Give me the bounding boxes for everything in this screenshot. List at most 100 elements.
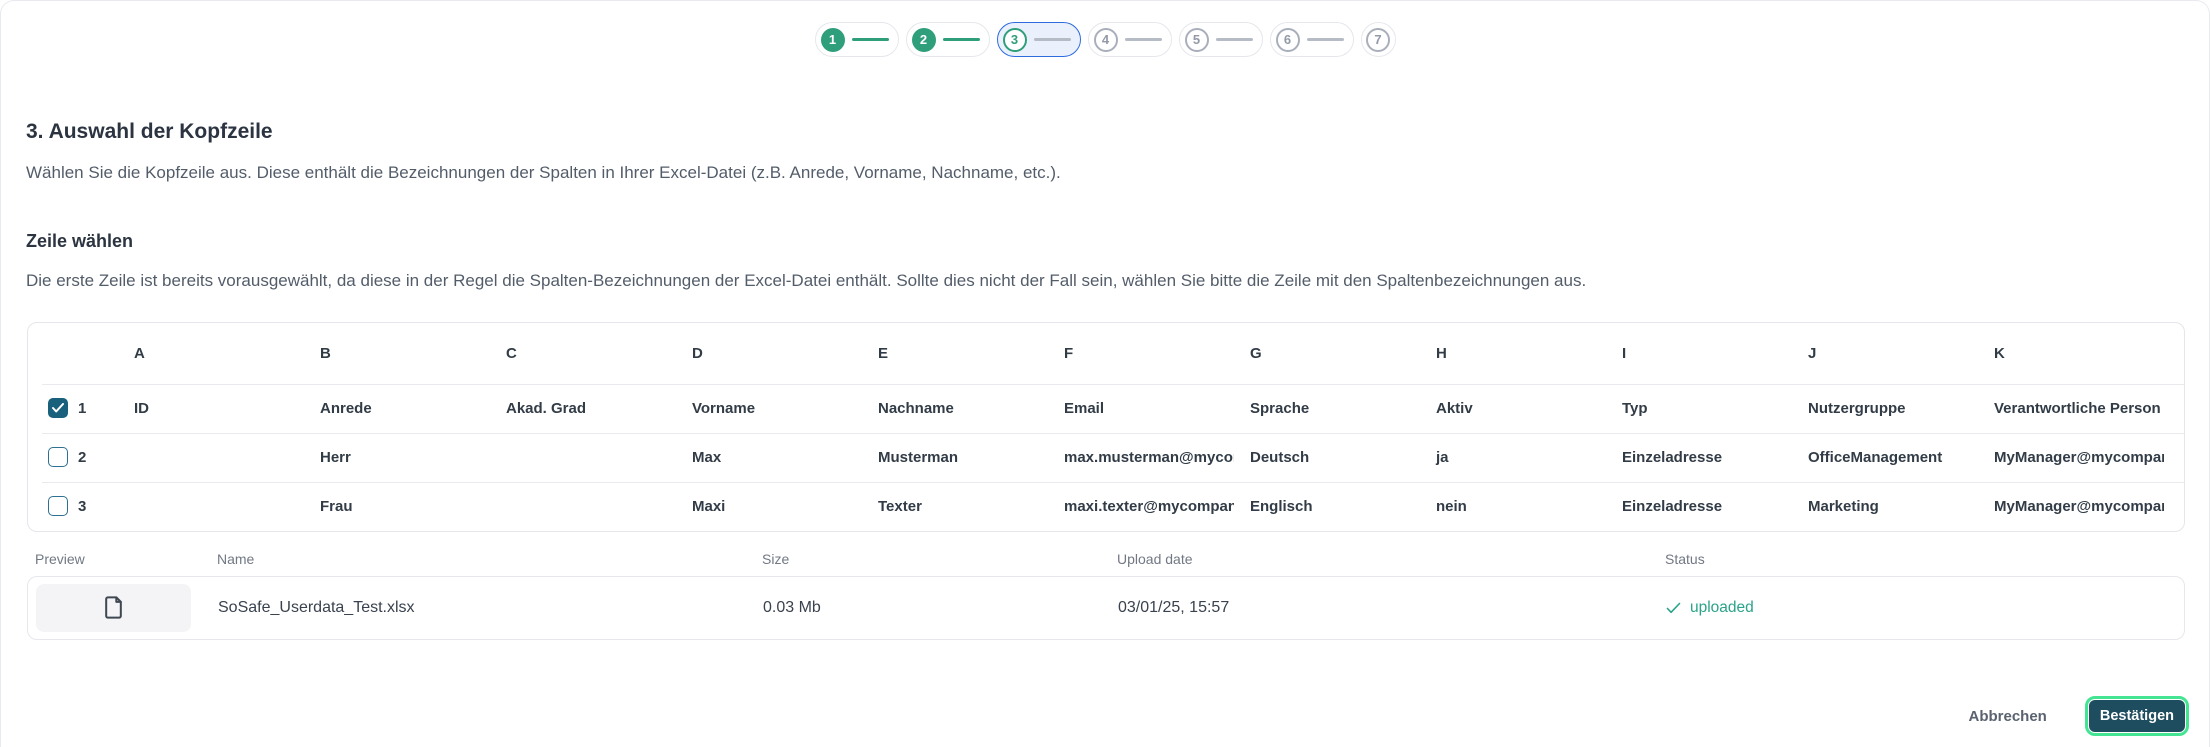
stepper-step-3[interactable]: 3	[997, 22, 1081, 57]
step-connector-line	[1216, 38, 1253, 41]
excel-header-row: ABCDEFGHIJK	[28, 323, 2184, 384]
step-content: 3. Auswahl der Kopfzeile Wählen Sie die …	[1, 119, 2209, 292]
page-title: 3. Auswahl der Kopfzeile	[26, 119, 2209, 145]
table-cell: Akad. Grad	[490, 400, 676, 417]
table-cell: max.musterman@mycompa...	[1048, 449, 1234, 466]
column-letter-I: I	[1606, 345, 1792, 362]
footer-actions: Abbrechen Bestätigen	[1965, 700, 2186, 732]
table-cell: Nachname	[862, 400, 1048, 417]
table-cell: OfficeManagement	[1792, 449, 1978, 466]
table-cell: Einzeladresse	[1606, 498, 1792, 515]
table-cell: MyManager@mycompany.de	[1978, 498, 2164, 515]
stepper-step-7[interactable]: 7	[1361, 22, 1396, 57]
column-letter-D: D	[676, 345, 862, 362]
table-cell: Marketing	[1792, 498, 1978, 515]
table-row[interactable]: 2HerrMaxMustermanmax.musterman@mycompa..…	[28, 433, 2184, 482]
confirm-button[interactable]: Bestätigen	[2089, 700, 2185, 732]
column-letter-E: E	[862, 345, 1048, 362]
table-cell: MyManager@mycompany.de	[1978, 449, 2164, 466]
row-checkbox[interactable]	[48, 496, 68, 516]
row-checkbox-checked[interactable]	[48, 398, 68, 418]
step-number: 1	[821, 28, 845, 52]
file-preview-column-label: Name	[217, 551, 762, 567]
file-thumbnail-box	[36, 584, 191, 632]
table-cell: Frau	[304, 498, 490, 515]
file-status-badge: uploaded	[1666, 599, 2184, 617]
row-number: 3	[72, 498, 118, 515]
check-icon	[52, 403, 64, 413]
table-row[interactable]: 3FrauMaxiTextermaxi.texter@mycompany.deE…	[28, 482, 2184, 531]
file-preview-header: PreviewNameSizeUpload dateStatus	[27, 551, 2185, 567]
column-letter-G: G	[1234, 345, 1420, 362]
row-select-description: Die erste Zeile ist bereits vorausgewähl…	[26, 270, 2209, 292]
stepper: 1 2 3 4 5 6 7	[1, 1, 2209, 57]
row-number: 1	[72, 400, 118, 417]
file-preview-column-label: Preview	[35, 551, 217, 567]
step-number: 3	[1003, 28, 1027, 52]
step-connector-line	[1125, 38, 1162, 41]
step-connector-line	[1034, 38, 1071, 41]
file-name: SoSafe_Userdata_Test.xlsx	[218, 599, 763, 617]
file-preview-row: SoSafe_Userdata_Test.xlsx 0.03 Mb 03/01/…	[27, 576, 2185, 640]
table-cell: Sprache	[1234, 400, 1420, 417]
column-letter-K: K	[1978, 345, 2164, 362]
table-cell: Herr	[304, 449, 490, 466]
step-number: 4	[1094, 28, 1118, 52]
page-description: Wählen Sie die Kopfzeile aus. Diese enth…	[26, 162, 2209, 184]
file-preview-column-label: Upload date	[1117, 551, 1665, 567]
row-checkbox-cell	[28, 447, 72, 467]
column-letter-A: A	[118, 345, 304, 362]
row-checkbox-cell	[28, 398, 72, 418]
column-letter-B: B	[304, 345, 490, 362]
table-cell: Nutzergruppe	[1792, 400, 1978, 417]
table-cell: Aktiv	[1420, 400, 1606, 417]
table-row[interactable]: 1IDAnredeAkad. GradVornameNachnameEmailS…	[28, 384, 2184, 433]
table-cell: Verantwortliche Person	[1978, 400, 2164, 417]
column-letter-C: C	[490, 345, 676, 362]
row-select-title: Zeile wählen	[26, 230, 2209, 253]
stepper-step-5[interactable]: 5	[1179, 22, 1263, 57]
stepper-step-6[interactable]: 6	[1270, 22, 1354, 57]
file-icon	[100, 594, 127, 621]
step-number: 7	[1366, 28, 1390, 52]
stepper-step-2[interactable]: 2	[906, 22, 990, 57]
file-preview-column-label: Status	[1665, 551, 2185, 567]
step-number: 2	[912, 28, 936, 52]
file-preview-column-label: Size	[762, 551, 1117, 567]
step-connector-line	[852, 38, 889, 41]
step-connector-line	[1307, 38, 1344, 41]
table-cell: Deutsch	[1234, 449, 1420, 466]
excel-preview-table: ABCDEFGHIJK 1IDAnredeAkad. GradVornameNa…	[27, 322, 2185, 532]
column-letter-F: F	[1048, 345, 1234, 362]
table-cell: Musterman	[862, 449, 1048, 466]
file-size: 0.03 Mb	[763, 599, 1118, 617]
check-icon	[1666, 602, 1681, 614]
excel-body: 1IDAnredeAkad. GradVornameNachnameEmailS…	[28, 384, 2184, 531]
cancel-button[interactable]: Abbrechen	[1965, 702, 2051, 731]
stepper-step-1[interactable]: 1	[815, 22, 899, 57]
file-upload-date: 03/01/25, 15:57	[1118, 599, 1666, 617]
column-letter-J: J	[1792, 345, 1978, 362]
step-connector-line	[943, 38, 980, 41]
table-cell: ja	[1420, 449, 1606, 466]
step-number: 6	[1276, 28, 1300, 52]
row-checkbox-cell	[28, 496, 72, 516]
table-cell: nein	[1420, 498, 1606, 515]
table-cell: Typ	[1606, 400, 1792, 417]
table-cell: Anrede	[304, 400, 490, 417]
table-cell: Vorname	[676, 400, 862, 417]
table-cell: Texter	[862, 498, 1048, 515]
file-status-text: uploaded	[1690, 599, 1754, 617]
step-number: 5	[1185, 28, 1209, 52]
stepper-step-4[interactable]: 4	[1088, 22, 1172, 57]
table-cell: Englisch	[1234, 498, 1420, 515]
table-cell: Maxi	[676, 498, 862, 515]
import-wizard-panel: 1 2 3 4 5 6 7 3. Auswahl der Kopfzeile Wählen …	[0, 0, 2210, 747]
table-cell: Einzeladresse	[1606, 449, 1792, 466]
table-cell: maxi.texter@mycompany.de	[1048, 498, 1234, 515]
table-cell: ID	[118, 400, 304, 417]
table-cell: Max	[676, 449, 862, 466]
table-cell: Email	[1048, 400, 1234, 417]
column-letter-H: H	[1420, 345, 1606, 362]
row-checkbox[interactable]	[48, 447, 68, 467]
